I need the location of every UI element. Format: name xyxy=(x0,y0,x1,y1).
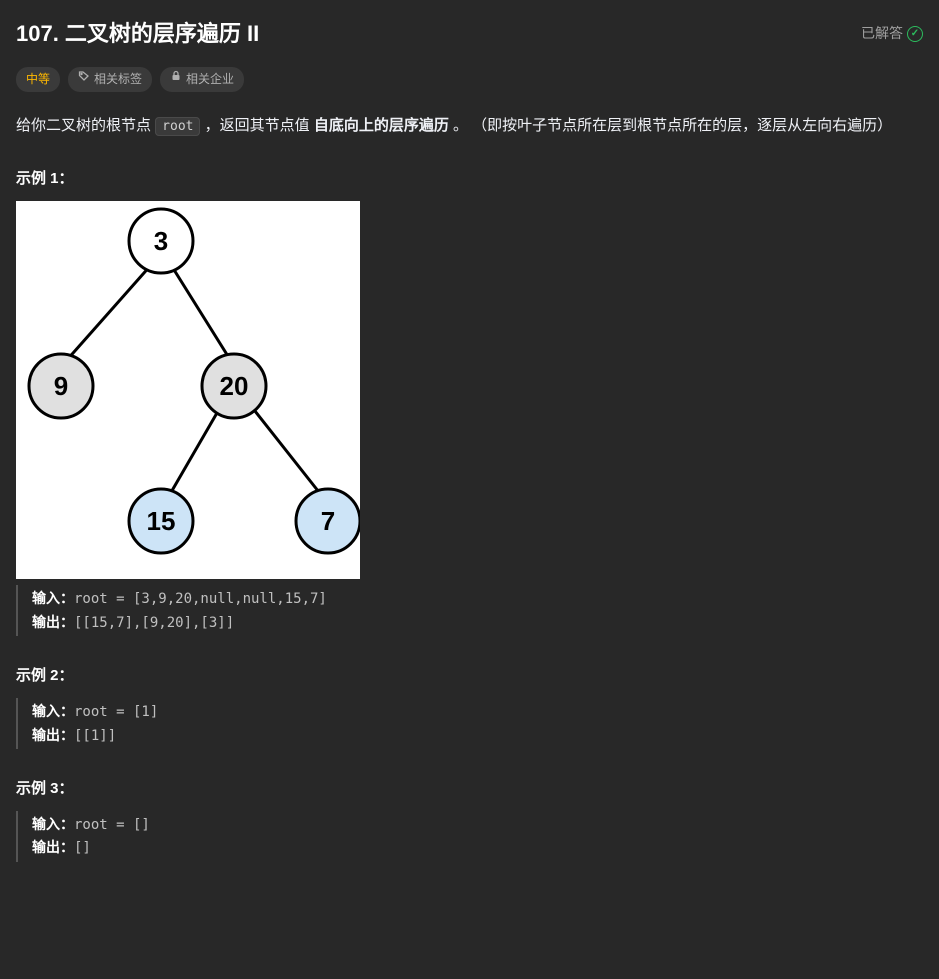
tree-node-1: 3 xyxy=(154,226,168,256)
related-companies-button[interactable]: 相关企业 xyxy=(160,67,244,92)
tag-icon xyxy=(78,70,90,89)
input-label: 输入： xyxy=(32,703,74,719)
example-io-block: 输入：root = [] 输出：[] xyxy=(16,811,923,862)
example: 示例 3： 输入：root = [] 输出：[] xyxy=(16,777,923,862)
tree-node-2: 9 xyxy=(54,371,68,401)
example: 示例 2： 输入：root = [1] 输出：[[1]] xyxy=(16,664,923,749)
solved-badge: 已解答 ✓ xyxy=(861,22,923,44)
input-label: 输入： xyxy=(32,816,74,832)
input-label: 输入： xyxy=(32,590,74,606)
example-output-line: 输出：[[1]] xyxy=(32,724,923,747)
example-label: 示例 2： xyxy=(16,664,923,688)
check-icon: ✓ xyxy=(907,26,923,42)
output-label: 输出： xyxy=(32,839,74,855)
header-row: 107. 二叉树的层序遍历 II 已解答 ✓ xyxy=(16,16,923,51)
related-companies-label: 相关企业 xyxy=(186,70,234,89)
related-tags-button[interactable]: 相关标签 xyxy=(68,67,152,92)
desc-code: root xyxy=(155,117,200,136)
input-value: root = [3,9,20,null,null,15,7] xyxy=(74,591,327,607)
tree-node-5: 7 xyxy=(321,506,335,536)
tree-node-3: 20 xyxy=(220,371,249,401)
example: 示例 1： 3 9 20 15 7 输入：root = [3,9,20,null… xyxy=(16,167,923,636)
input-value: root = [1] xyxy=(74,704,158,720)
lock-icon xyxy=(170,70,182,89)
example-io-block: 输入：root = [1] 输出：[[1]] xyxy=(16,698,923,749)
output-value: [[1]] xyxy=(74,728,116,744)
output-value: [[15,7],[9,20],[3]] xyxy=(74,615,234,631)
related-tags-label: 相关标签 xyxy=(94,70,142,89)
desc-bold: 自底向上的层序遍历 xyxy=(314,117,449,134)
example-input-line: 输入：root = [1] xyxy=(32,700,923,723)
example-output-line: 输出：[] xyxy=(32,836,923,859)
difficulty-tag[interactable]: 中等 xyxy=(16,67,60,92)
tree-diagram: 3 9 20 15 7 xyxy=(16,201,360,579)
desc-part3: 。 （即按叶子节点所在层到根节点所在的层，逐层从左向右遍历） xyxy=(449,117,892,134)
example-input-line: 输入：root = [3,9,20,null,null,15,7] xyxy=(32,587,923,610)
tree-node-4: 15 xyxy=(147,506,176,536)
example-input-line: 输入：root = [] xyxy=(32,813,923,836)
tags-row: 中等 相关标签 相关企业 xyxy=(16,67,923,92)
example-label: 示例 3： xyxy=(16,777,923,801)
problem-description: 给你二叉树的根节点 root ，返回其节点值 自底向上的层序遍历 。 （即按叶子… xyxy=(16,112,923,139)
desc-part2: ，返回其节点值 xyxy=(200,117,313,134)
problem-title: 107. 二叉树的层序遍历 II xyxy=(16,16,259,51)
input-value: root = [] xyxy=(74,817,150,833)
solved-label: 已解答 xyxy=(861,22,903,44)
desc-part1: 给你二叉树的根节点 xyxy=(16,117,155,134)
output-value: [] xyxy=(74,840,91,856)
output-label: 输出： xyxy=(32,614,74,630)
example-output-line: 输出：[[15,7],[9,20],[3]] xyxy=(32,611,923,634)
output-label: 输出： xyxy=(32,727,74,743)
example-io-block: 输入：root = [3,9,20,null,null,15,7] 输出：[[1… xyxy=(16,585,923,636)
example-label: 示例 1： xyxy=(16,167,923,191)
